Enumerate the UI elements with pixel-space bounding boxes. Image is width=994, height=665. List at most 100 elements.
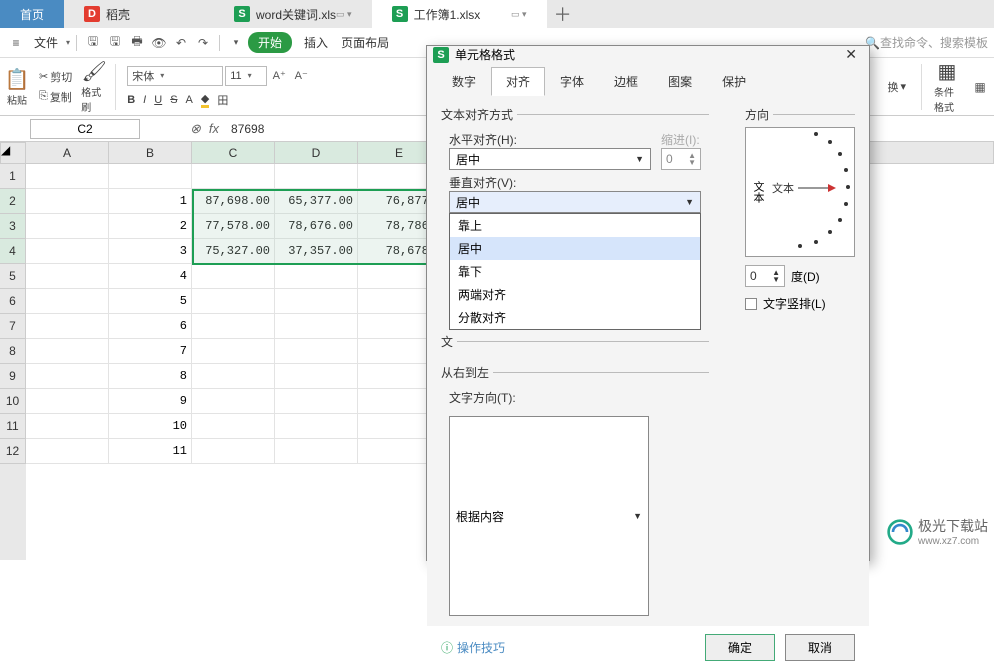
border-icon[interactable]: 田 — [217, 92, 228, 108]
row-header[interactable]: 9 — [0, 364, 26, 389]
strike-icon[interactable]: S — [170, 94, 177, 106]
tab-file2[interactable]: S 工作簿1.xlsx ▭ ▾ — [372, 0, 547, 28]
row-header[interactable]: 12 — [0, 439, 26, 464]
site-logo-icon — [886, 518, 914, 546]
file-menu[interactable]: 文件 — [28, 34, 64, 51]
fill-color-icon[interactable]: ◆ — [201, 92, 209, 108]
tab-label: 工作簿1.xlsx — [414, 6, 481, 23]
add-tab-button[interactable]: ＋ — [547, 0, 579, 28]
col-header[interactable]: D — [275, 142, 358, 164]
dd-item-distribute[interactable]: 分散对齐 — [450, 306, 700, 329]
orientation-dial[interactable]: 文本 — [770, 132, 850, 252]
row-header[interactable]: 1 — [0, 164, 26, 189]
tab-pattern[interactable]: 图案 — [653, 67, 707, 96]
dialog-footer: ⓘ操作技巧 确定 取消 — [427, 626, 869, 665]
dialog-titlebar[interactable]: S 单元格格式 ✕ — [427, 46, 869, 63]
select-all-corner[interactable]: ◢ — [0, 142, 26, 164]
tab-daoke[interactable]: D 稻壳 — [64, 0, 214, 28]
tab-protect[interactable]: 保护 — [707, 67, 761, 96]
vtext-checkbox[interactable] — [745, 298, 757, 310]
row-header[interactable]: 4 — [0, 239, 26, 264]
h-align-combo[interactable]: 居中▼ — [449, 148, 651, 170]
row-header[interactable]: 5 — [0, 264, 26, 289]
col-header[interactable]: C — [192, 142, 275, 164]
section-text-align: 文本对齐方式 水平对齐(H): 居中▼ 缩进(I): 0▲▼ 垂直对齐(V): — [441, 106, 709, 217]
underline-icon[interactable]: U — [154, 94, 162, 106]
close-icon[interactable]: ✕ — [839, 46, 863, 63]
spreadsheet-icon: S — [433, 47, 449, 63]
paste-label: 粘贴 — [7, 92, 27, 107]
decrease-size-icon[interactable]: A⁻ — [291, 66, 311, 86]
vertical-text-button[interactable]: 文本 — [750, 132, 766, 252]
indent-spin[interactable]: 0▲▼ — [661, 148, 701, 170]
name-box[interactable]: C2 — [30, 119, 140, 139]
dropdown-icon[interactable]: ▾ — [226, 33, 246, 53]
bold-icon[interactable]: B — [127, 94, 135, 106]
dd-item-center[interactable]: 居中 — [450, 237, 700, 260]
dd-item-justify[interactable]: 两端对齐 — [450, 283, 700, 306]
dd-item-top[interactable]: 靠上 — [450, 214, 700, 237]
copy-button[interactable]: ⎘复制 — [36, 88, 75, 106]
tab-file1[interactable]: S word关键词.xls ▭ ▾ — [214, 0, 372, 28]
row-header[interactable]: 3 — [0, 214, 26, 239]
cond-format-button[interactable]: ▦ 条件格式 — [934, 67, 960, 107]
redo-icon[interactable]: ↷ — [193, 33, 213, 53]
save-icon[interactable]: 🖫 — [83, 33, 103, 53]
search-box[interactable]: 🔍 查找命令、搜索模板 — [865, 34, 988, 51]
row-header[interactable]: 7 — [0, 314, 26, 339]
tab-menu-icon[interactable]: ▭ ▾ — [336, 9, 352, 20]
start-button[interactable]: 开始 — [248, 32, 292, 53]
cancel-button[interactable]: 取消 — [785, 634, 855, 661]
row-header[interactable]: 6 — [0, 289, 26, 314]
tab-align[interactable]: 对齐 — [491, 67, 545, 96]
cond-label: 条件格式 — [934, 84, 960, 114]
italic-icon[interactable]: I — [143, 94, 146, 106]
tab-home[interactable]: 首页 — [0, 0, 64, 28]
print-icon[interactable]: 🖶 — [127, 33, 147, 53]
watermark-site: 极光下载站 — [918, 518, 988, 534]
swap-button[interactable]: 换▾ — [884, 78, 909, 96]
watermark: 极光下载站 www.xz7.com — [880, 513, 994, 550]
textdir-combo[interactable]: 根据内容▼ — [449, 416, 649, 616]
chevron-down-icon: ▼ — [633, 511, 642, 521]
tab-font[interactable]: 字体 — [545, 67, 599, 96]
col-header[interactable]: A — [26, 142, 109, 164]
save-as-icon[interactable]: 🖫 — [105, 33, 125, 53]
cancel-fx-icon[interactable]: ⊗ — [190, 121, 201, 137]
tab-menu-icon[interactable]: ▭ ▾ — [511, 9, 527, 20]
menu-insert[interactable]: 插入 — [298, 34, 334, 51]
menu-layout[interactable]: 页面布局 — [335, 34, 395, 51]
cut-button[interactable]: ✂剪切 — [36, 68, 75, 86]
size-select[interactable]: 11▾ — [225, 66, 267, 86]
cell-format-dialog: S 单元格格式 ✕ 数字 对齐 字体 边框 图案 保护 文本对齐方式 水平对齐(… — [426, 45, 870, 561]
undo-icon[interactable]: ↶ — [171, 33, 191, 53]
font-select[interactable]: 宋体▾ — [127, 66, 223, 86]
v-align-label: 垂直对齐(V): — [449, 174, 701, 191]
ok-button[interactable]: 确定 — [705, 634, 775, 661]
hamburger-icon[interactable]: ≡ — [6, 33, 26, 53]
fx-icon[interactable]: fx — [209, 121, 219, 136]
orientation-box[interactable]: 文本 文本 — [745, 127, 855, 257]
row-header[interactable]: 10 — [0, 389, 26, 414]
table-style-icon[interactable]: ▦ — [970, 77, 990, 97]
font-color-icon[interactable]: A — [186, 94, 193, 106]
section-orientation: 方向 文本 文本 0▲▼ — [745, 106, 855, 312]
legend-orient: 方向 — [745, 106, 773, 123]
dd-item-bottom[interactable]: 靠下 — [450, 260, 700, 283]
row-header[interactable]: 11 — [0, 414, 26, 439]
paste-button[interactable]: 📋 粘贴 — [4, 67, 30, 107]
preview-icon[interactable]: 👁 — [149, 33, 169, 53]
tab-number[interactable]: 数字 — [437, 67, 491, 96]
row-header[interactable]: 8 — [0, 339, 26, 364]
tips-link[interactable]: ⓘ操作技巧 — [441, 639, 505, 656]
tab-border[interactable]: 边框 — [599, 67, 653, 96]
v-align-combo[interactable]: 居中▼ 靠上 居中 靠下 两端对齐 分散对齐 — [449, 191, 701, 213]
indent-label: 缩进(I): — [661, 131, 701, 148]
row-header[interactable]: 2 — [0, 189, 26, 214]
dialog-title: 单元格格式 — [455, 46, 515, 63]
col-header[interactable]: B — [109, 142, 192, 164]
format-painter-button[interactable]: 🖌 格式刷 — [81, 67, 107, 107]
chevron-down-icon: ▼ — [635, 154, 644, 164]
increase-size-icon[interactable]: A⁺ — [269, 66, 289, 86]
degree-spin[interactable]: 0▲▼ — [745, 265, 785, 287]
